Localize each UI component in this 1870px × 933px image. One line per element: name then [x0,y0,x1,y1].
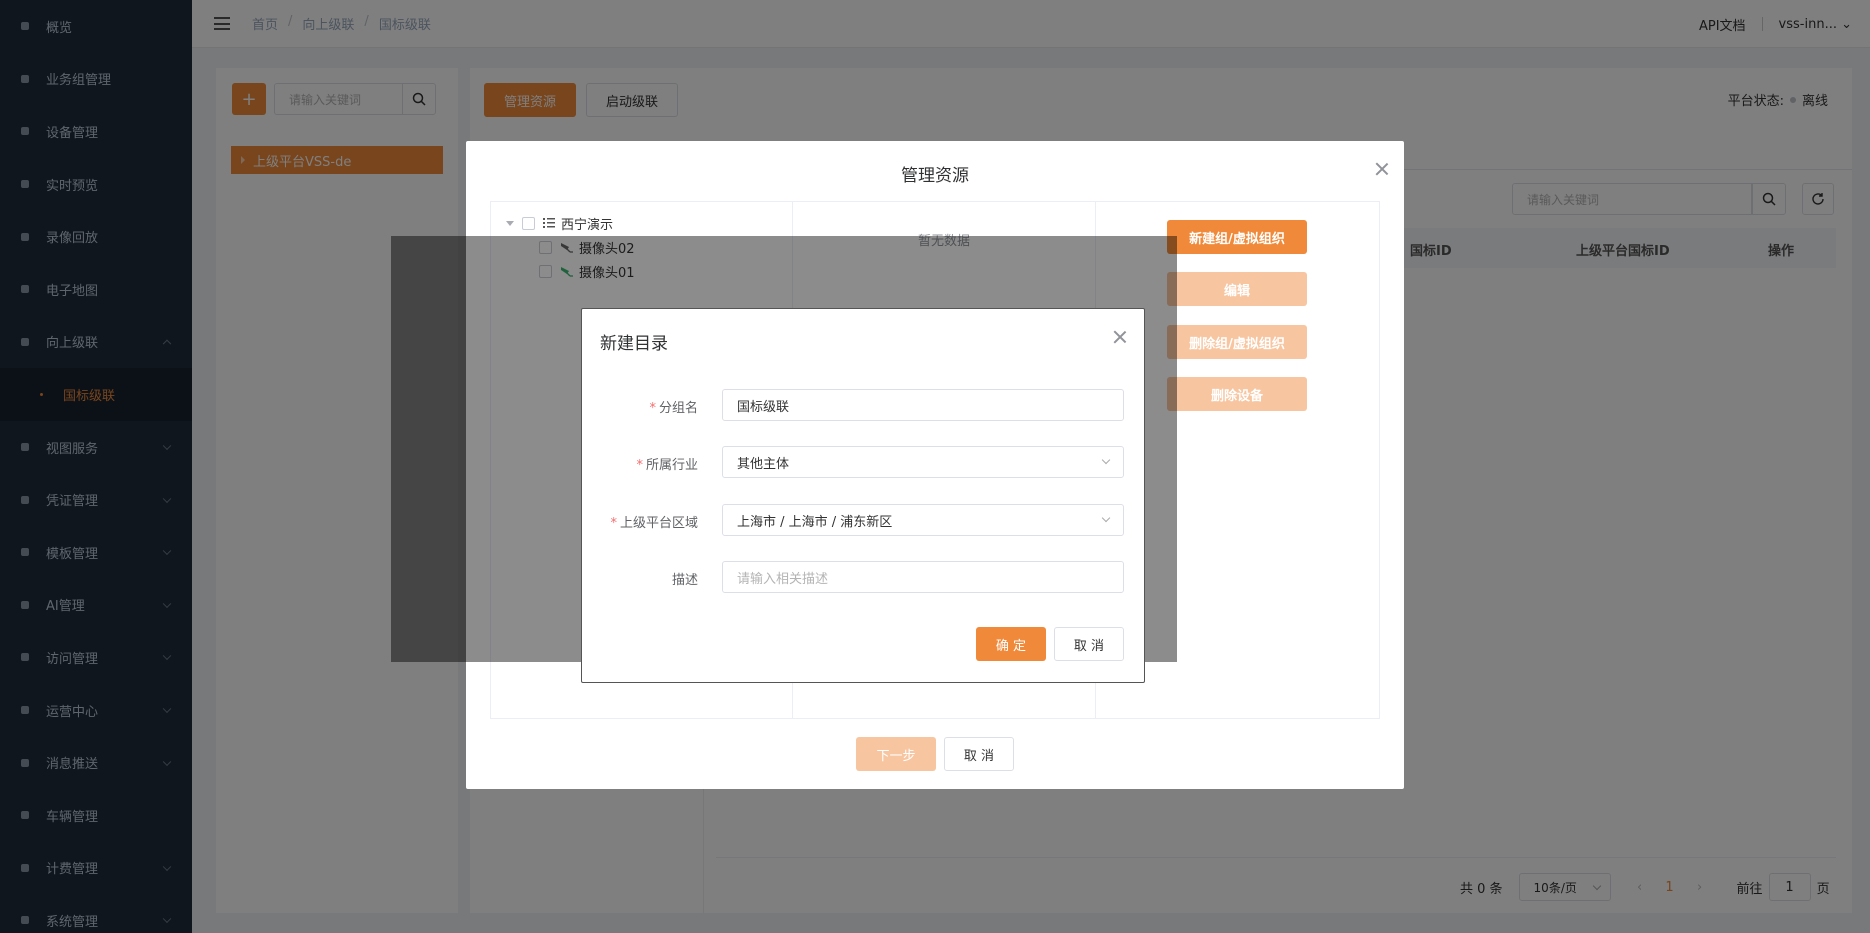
edit-button[interactable]: 编辑 [1167,272,1307,306]
industry-value: 其他主体 [737,456,790,472]
form-label: * 上级平台区域 [610,516,698,531]
checkbox[interactable] [522,216,535,230]
list-icon [543,218,555,228]
delete-device-button[interactable]: 删除设备 [1167,377,1307,411]
delete-group-button[interactable]: 删除组/虚拟组织 [1167,325,1307,359]
caret-down-icon[interactable] [506,220,514,226]
next-step-button[interactable]: 下一步 [856,737,936,771]
description-input[interactable]: 请输入相关描述 [722,561,1124,593]
dialog-title: 管理资源 [901,166,969,186]
region-cascader[interactable]: 上海市 / 上海市 / 浦东新区 [722,504,1124,536]
close-icon[interactable] [1113,330,1127,344]
form-label: * 所属行业 [636,458,698,473]
form-row-group-name: * 分组名 国标级联 [582,389,1144,421]
group-name-input[interactable]: 国标级联 [722,389,1124,421]
form-row-industry: * 所属行业 其他主体 [582,446,1144,478]
form-label: 描述 [671,573,698,588]
dialog-title: 新建目录 [600,334,668,354]
new-group-button[interactable]: 新建组/虚拟组织 [1167,220,1307,254]
region-value: 上海市 / 上海市 / 浦东新区 [737,514,893,530]
tree-root-label: 西宁演示 [561,217,614,233]
close-icon[interactable] [1375,162,1389,176]
form-row-region: * 上级平台区域 上海市 / 上海市 / 浦东新区 [582,504,1144,536]
industry-select[interactable]: 其他主体 [722,446,1124,478]
cancel-button[interactable]: 取 消 [1054,627,1124,661]
confirm-button[interactable]: 确 定 [976,627,1046,661]
chevron-down-icon [1101,513,1111,523]
cancel-button[interactable]: 取 消 [944,737,1014,771]
tree-root[interactable]: 西宁演示 [506,213,613,233]
form-label: * 分组名 [649,401,698,416]
form-row-desc: 描述 请输入相关描述 [582,561,1144,593]
new-directory-dialog: 新建目录 * 分组名 国标级联 * 所属行业 其他主体 * 上级平台区域 上海市 / … [581,308,1145,683]
chevron-down-icon [1101,455,1111,465]
